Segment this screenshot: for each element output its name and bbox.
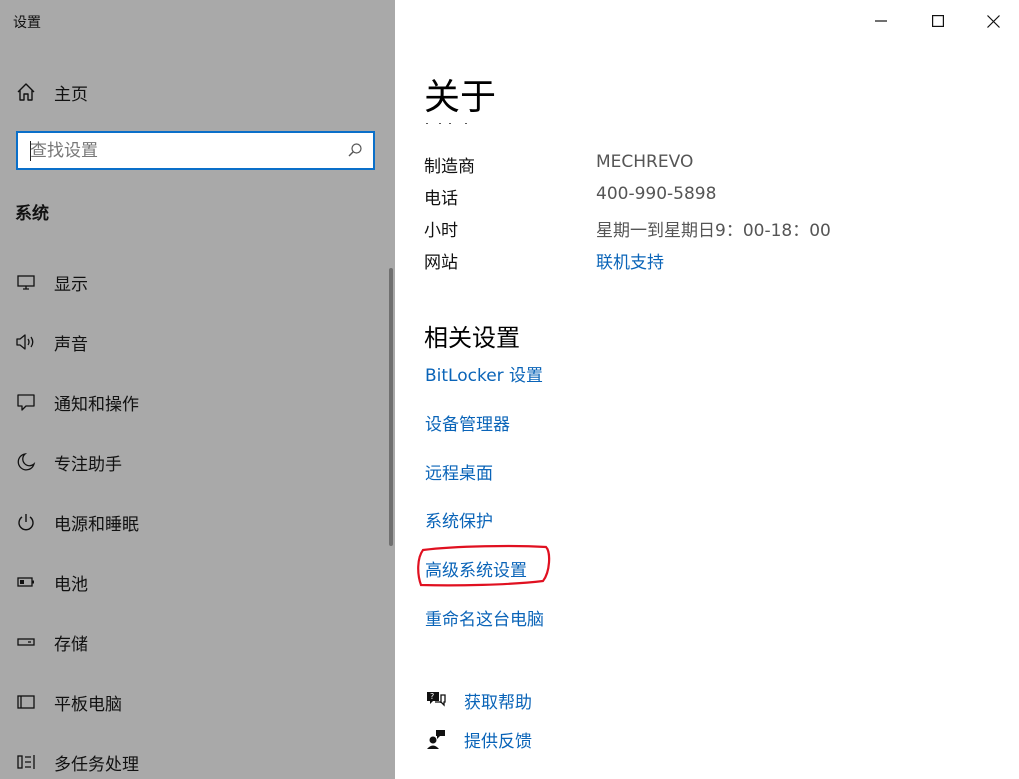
sidebar-scrollbar[interactable] (389, 268, 393, 546)
sidebar-item-battery[interactable]: 电池 (0, 562, 380, 602)
page-title: 关于 (424, 77, 497, 118)
sidebar-item-storage[interactable]: 存储 (0, 622, 380, 662)
sidebar-item-label: 存储 (54, 634, 88, 655)
maximize-icon (931, 15, 944, 27)
rename-pc-link[interactable]: 重命名这台电脑 (425, 605, 544, 630)
support-key: 电话 (424, 189, 458, 209)
sidebar-item-label: 电源和睡眠 (54, 514, 139, 535)
app-title: 设置 (13, 15, 41, 31)
section-title: 系统 (15, 204, 49, 224)
sidebar: 设置 主页 系统 显示 声音 通知和操作 专注助手 (0, 0, 395, 779)
support-key: 网站 (424, 253, 458, 273)
feedback-link[interactable]: 提供反馈 (464, 727, 532, 752)
sidebar-item-label: 显示 (54, 274, 88, 295)
support-value: 星期一到星期日9：00-18：00 (596, 221, 831, 241)
support-value: 400-990-5898 (596, 184, 717, 204)
sidebar-item-label: 声音 (54, 334, 88, 355)
sidebar-item-tablet[interactable]: 平板电脑 (0, 682, 380, 722)
sidebar-item-label: 电池 (54, 574, 88, 595)
multitask-icon (15, 751, 37, 773)
minimize-icon (874, 20, 887, 22)
maximize-button[interactable] (909, 0, 966, 42)
notification-icon (15, 391, 37, 413)
related-settings-title: 相关设置 (424, 324, 520, 352)
red-highlight-annotation (417, 544, 551, 587)
get-help-link[interactable]: 获取帮助 (464, 688, 532, 713)
sidebar-item-multitasking[interactable]: 多任务处理 (0, 742, 380, 779)
sidebar-item-home[interactable]: 主页 (0, 72, 380, 112)
sidebar-item-label: 专注助手 (54, 454, 122, 475)
feedback-icon (424, 727, 448, 751)
sidebar-item-display[interactable]: 显示 (0, 262, 380, 302)
search-input[interactable] (30, 139, 330, 163)
sidebar-item-label: 通知和操作 (54, 394, 139, 415)
remote-desktop-link[interactable]: 远程桌面 (425, 459, 493, 484)
home-icon (15, 81, 37, 103)
support-value: MECHREVO (596, 152, 694, 172)
speaker-icon (15, 331, 37, 353)
storage-icon (15, 631, 37, 653)
bitlocker-settings-link[interactable]: BitLocker 设置 (425, 361, 543, 386)
online-support-link[interactable]: 联机支持 (596, 248, 664, 273)
sidebar-item-label: 平板电脑 (54, 694, 122, 715)
device-manager-link[interactable]: 设备管理器 (425, 410, 510, 435)
sidebar-item-focus-assist[interactable]: 专注助手 (0, 442, 380, 482)
sidebar-item-label: 主页 (54, 84, 88, 105)
feedback-row[interactable]: 提供反馈 (424, 724, 532, 754)
display-icon (15, 271, 37, 293)
close-button[interactable] (965, 0, 1019, 42)
system-protection-link[interactable]: 系统保护 (425, 507, 493, 532)
clipped-heading-remnant (424, 116, 474, 124)
power-icon (15, 511, 37, 533)
tablet-icon (15, 691, 37, 713)
support-key: 小时 (424, 221, 458, 241)
help-chat-icon: ? (424, 688, 448, 712)
sidebar-item-power-sleep[interactable]: 电源和睡眠 (0, 502, 380, 542)
support-key: 制造商 (424, 157, 475, 177)
sidebar-item-label: 多任务处理 (54, 754, 139, 775)
sidebar-item-notifications[interactable]: 通知和操作 (0, 382, 380, 422)
minimize-button[interactable] (852, 0, 909, 42)
search-box[interactable] (16, 131, 375, 170)
moon-icon (15, 451, 37, 473)
battery-icon (15, 571, 37, 593)
svg-text:?: ? (430, 692, 434, 701)
sidebar-item-sound[interactable]: 声音 (0, 322, 380, 362)
search-icon[interactable] (347, 142, 363, 162)
close-icon (987, 14, 1000, 28)
get-help-row[interactable]: ? 获取帮助 (424, 685, 532, 715)
